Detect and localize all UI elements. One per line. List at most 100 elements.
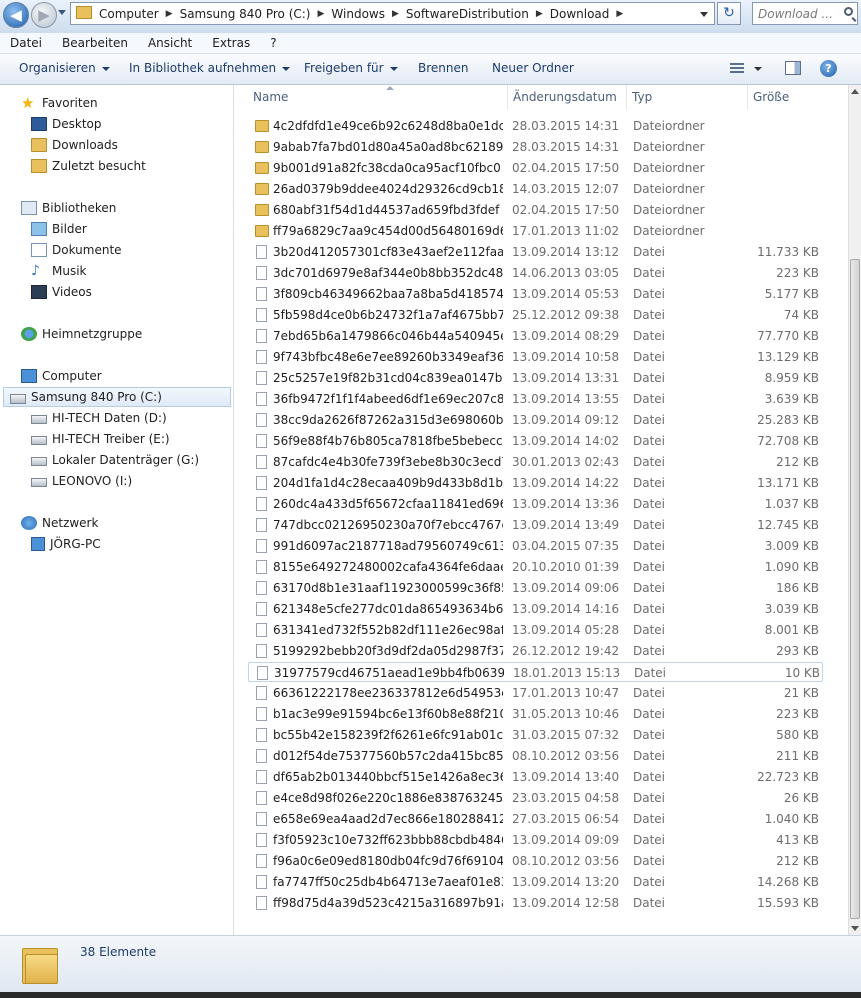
file-row[interactable]: 56f9e88f4b76b805ca7818fbe5bebecc5e12... 1…: [248, 431, 823, 451]
breadcrumb-chevron-icon[interactable]: ▶: [613, 9, 626, 19]
view-options-icon[interactable]: [730, 63, 744, 74]
nav-documents[interactable]: Dokumente: [31, 240, 122, 260]
file-row[interactable]: 38cc9da2626f87262a315d3e698060b15283... 1…: [248, 410, 823, 430]
menu-tools[interactable]: Extras: [202, 36, 260, 50]
folder-row[interactable]: ff79a6829c7aa9c454d00d56480169d6 17.01.20…: [248, 221, 823, 241]
breadcrumb-chevron-icon[interactable]: ▶: [315, 9, 328, 19]
breadcrumb-chevron-icon[interactable]: ▶: [389, 9, 402, 19]
address-field[interactable]: Computer ▶ Samsung 840 Pro (C:) ▶ Windows ▶…: [70, 2, 715, 25]
nav-drive-e[interactable]: HI-TECH Treiber (E:): [31, 429, 170, 449]
file-row[interactable]: 3dc701d6979e8af344e0b8bb352dc482724... 14…: [248, 263, 823, 283]
nav-desktop[interactable]: Desktop: [31, 114, 102, 134]
file-row[interactable]: 631341ed732f552b82df111e26ec98af61bf... 1…: [248, 620, 823, 640]
breadcrumb-item[interactable]: Windows: [327, 7, 389, 21]
file-date: 14.06.2013 03:05: [512, 266, 620, 280]
file-row[interactable]: 63170d8b1e31aaf11923000599c36f857d2a... 1…: [248, 578, 823, 598]
breadcrumb-item[interactable]: Computer: [95, 7, 163, 21]
column-header-date[interactable]: Änderungsdatum: [508, 85, 627, 109]
help-icon[interactable]: ?: [820, 60, 837, 77]
nav-downloads[interactable]: Downloads: [31, 135, 118, 155]
folder-row[interactable]: 4c2dfdfd1e49ce6b92c6248d8ba0e1dc 28.03.20…: [248, 116, 823, 136]
nav-homegroup[interactable]: Heimnetzgruppe: [21, 324, 142, 344]
breadcrumb-chevron-icon[interactable]: ▶: [163, 9, 176, 19]
nav-libraries[interactable]: Bibliotheken: [21, 198, 116, 218]
column-header-size[interactable]: Größe: [748, 85, 828, 109]
burn-button[interactable]: Brennen: [418, 61, 468, 75]
nav-drive-d[interactable]: HI-TECH Daten (D:): [31, 408, 167, 428]
address-dropdown-icon[interactable]: [696, 5, 712, 22]
breadcrumb-chevron-icon[interactable]: ▶: [533, 9, 546, 19]
nav-videos[interactable]: Videos: [31, 282, 92, 302]
file-row[interactable]: e4ce8d98f026e220c1886e8387632453e15a... 2…: [248, 788, 823, 808]
nav-network-pc[interactable]: JÖRG-PC: [31, 534, 101, 554]
file-row[interactable]: 5fb598d4ce0b6b24732f1a7af4675bb74480... 2…: [248, 305, 823, 325]
file-row[interactable]: 621348e5cfe277dc01da865493634b6b9d9... 13…: [248, 599, 823, 619]
file-row[interactable]: fa7747ff50c25db4b64713e7aeaf01e835045...…: [248, 872, 823, 892]
nav-favorites[interactable]: ★ Favoriten: [21, 93, 98, 113]
refresh-button[interactable]: ↻: [717, 2, 741, 25]
file-row[interactable]: 991d6097ac2187718ad79560749c613f4a14... 0…: [248, 536, 823, 556]
file-row[interactable]: bc55b42e158239f2f6261e6fc91ab01c458e... 3…: [248, 725, 823, 745]
file-row[interactable]: 8155e649272480002cafa4364fe6daae6185... 2…: [248, 557, 823, 577]
nav-drive-c[interactable]: Samsung 840 Pro (C:): [3, 387, 231, 407]
chevron-down-icon[interactable]: [754, 67, 762, 71]
file-row[interactable]: d012f54de75377560b57c2da415bc85cfc23... 0…: [248, 746, 823, 766]
scroll-up-icon[interactable]: [851, 89, 859, 94]
nav-music[interactable]: ♪ Musik: [31, 261, 87, 281]
column-header-name[interactable]: Name: [248, 85, 508, 109]
file-row[interactable]: 747dbcc02126950230a70f7ebcc4767c306c... 1…: [248, 515, 823, 535]
nav-computer[interactable]: Computer: [21, 366, 102, 386]
file-row[interactable]: df65ab2b013440bbcf515e1426a8ec36e2d... 13…: [248, 767, 823, 787]
scrollbar-thumb[interactable]: [850, 259, 860, 919]
menu-help[interactable]: ?: [260, 36, 286, 50]
scroll-down-icon[interactable]: [851, 926, 859, 931]
nav-drive-g[interactable]: Lokaler Datenträger (G:): [31, 450, 199, 470]
menu-view[interactable]: Ansicht: [138, 36, 202, 50]
file-type: Datei: [633, 329, 666, 343]
file-row[interactable]: 31977579cd46751aead1e9bb4fb0639c478... 18…: [248, 662, 823, 682]
nav-label: LEONOVO (I:): [52, 474, 133, 488]
file-row[interactable]: e658e69ea4aad2d7ec866e180288412c549... 27…: [248, 809, 823, 829]
file-row[interactable]: 87cafdc4e4b30fe739f3ebe8b30c3ecd72da... 3…: [248, 452, 823, 472]
nav-drive-i[interactable]: LEONOVO (I:): [31, 471, 132, 491]
recent-pages-dropdown-icon[interactable]: [58, 10, 66, 15]
nav-network[interactable]: Netzwerk: [21, 513, 98, 533]
folder-row[interactable]: 9abab7fa7bd01d80a45a0ad8bc62189c 28.03.20…: [248, 137, 823, 157]
file-date: 13.09.2014 12:58: [512, 896, 620, 910]
preview-pane-icon[interactable]: [785, 61, 801, 75]
menu-file[interactable]: Datei: [0, 36, 52, 50]
breadcrumb-item[interactable]: Samsung 840 Pro (C:): [176, 7, 315, 21]
share-with-button[interactable]: Freigeben für: [304, 61, 398, 75]
file-row[interactable]: ff98d75d4a39d523c4215a316897b91acf1c... 1…: [248, 893, 823, 913]
breadcrumb-item[interactable]: SoftwareDistribution: [402, 7, 533, 21]
file-row[interactable]: 7ebd65b6a1479866c046b44a540945ef2aa... 13…: [248, 326, 823, 346]
nav-pictures[interactable]: Bilder: [31, 219, 87, 239]
file-row[interactable]: 66361222178ee236337812e6d54953ef4585... 1…: [248, 683, 823, 703]
nav-recent[interactable]: Zuletzt besucht: [31, 156, 146, 176]
organize-button[interactable]: Organisieren: [19, 61, 110, 75]
file-row[interactable]: 260dc4a433d5f65672cfaa11841ed6962c53... 1…: [248, 494, 823, 514]
breadcrumb-item[interactable]: Download: [546, 7, 614, 21]
folder-row[interactable]: 26ad0379b9ddee4024d29326cd9cb18d 14.03.20…: [248, 179, 823, 199]
back-button[interactable]: ◀: [3, 2, 29, 28]
column-header-type[interactable]: Typ: [627, 85, 748, 109]
folder-row[interactable]: 680abf31f54d1d44537ad659fbd3fdef 02.04.20…: [248, 200, 823, 220]
folder-row[interactable]: 9b001d91a82fc38cda0ca95acf10fbc0 02.04.20…: [248, 158, 823, 178]
vertical-scrollbar[interactable]: [848, 85, 861, 935]
file-row[interactable]: 9f743bfbc48e6e7ee89260b3349eaf36eb42... 1…: [248, 347, 823, 367]
file-row[interactable]: b1ac3e99e91594bc6e13f60b8e88f210b48d... 3…: [248, 704, 823, 724]
menu-edit[interactable]: Bearbeiten: [52, 36, 138, 50]
file-row[interactable]: 5199292bebb20f3d9df2da05d2987f374c4f... 2…: [248, 641, 823, 661]
file-row[interactable]: 3b20d412057301cf83e43aef2e112faaab0d... 1…: [248, 242, 823, 262]
search-input[interactable]: Download ...: [752, 2, 858, 25]
file-row[interactable]: 36fb9472f1f1f4abeed6df1e69ec207c86f3c...…: [248, 389, 823, 409]
file-row[interactable]: 204d1fa1d4c28ecaa409b9d433b8d1bb9ab... 13…: [248, 473, 823, 493]
window-border: [0, 992, 861, 998]
file-row[interactable]: f96a0c6e09ed8180db04fc9d76f691040cea... 0…: [248, 851, 823, 871]
file-row[interactable]: f3f05923c10e732ff623bbb88cbdb4846b65... 1…: [248, 830, 823, 850]
file-row[interactable]: 3f809cb46349662baa7a8ba5d41857430ad... 13…: [248, 284, 823, 304]
file-row[interactable]: 25c5257e19f82b31cd04c839ea0147b646a8... 1…: [248, 368, 823, 388]
forward-button[interactable]: ▶: [31, 2, 57, 28]
add-to-library-button[interactable]: In Bibliothek aufnehmen: [129, 61, 291, 75]
new-folder-button[interactable]: Neuer Ordner: [492, 61, 574, 75]
